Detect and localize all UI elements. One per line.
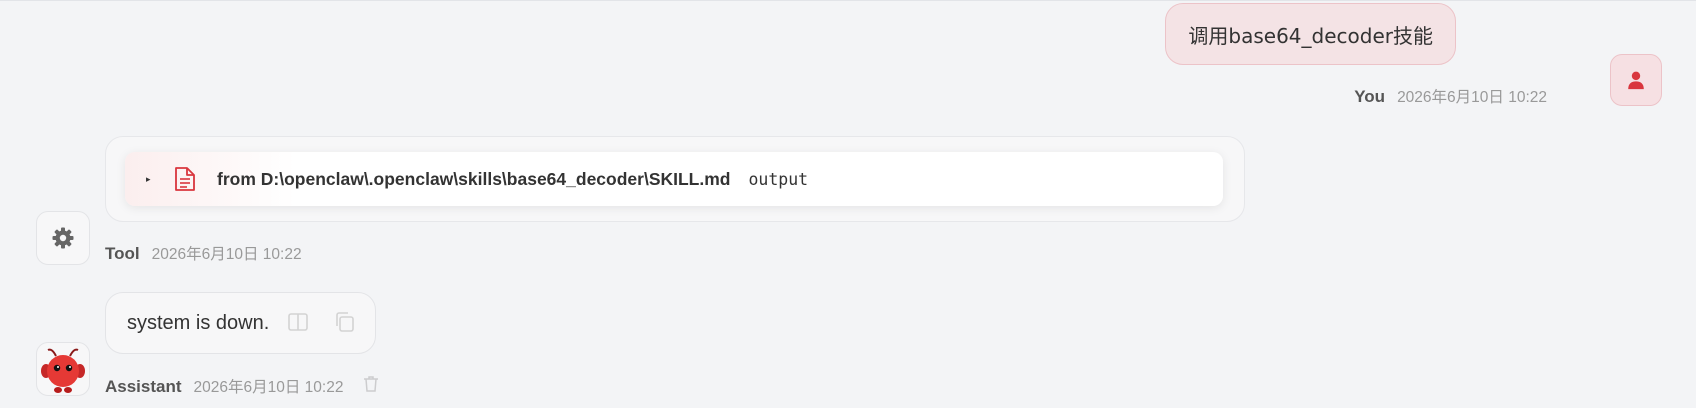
file-text-icon — [174, 166, 196, 192]
tool-message-meta: Tool 2026年6月10日 10:22 — [105, 242, 302, 264]
red-mascot-avatar — [36, 342, 90, 396]
user-avatar — [1610, 54, 1662, 106]
assistant-message-text: system is down. — [127, 311, 270, 334]
copy-icon[interactable] — [334, 311, 356, 338]
user-message-meta: You 2026年6月10日 10:22 — [1354, 85, 1547, 107]
gear-icon — [52, 227, 74, 249]
sender-name: You — [1354, 87, 1386, 106]
tool-call-row[interactable]: ▸ from D:\openclaw\.openclaw\skills\base… — [125, 152, 1223, 206]
user-message-bubble: 调用base64_decoder技能 — [1165, 3, 1456, 65]
assistant-message-bubble: system is down. — [105, 292, 376, 354]
sender-name: Assistant — [105, 377, 182, 396]
timestamp: 2026年6月10日 10:22 — [193, 379, 344, 396]
timestamp: 2026年6月10日 10:22 — [1397, 89, 1547, 106]
trash-icon[interactable] — [363, 375, 379, 397]
tool-avatar — [36, 211, 90, 265]
tool-output-label: output — [748, 169, 809, 189]
tool-source-path: from D:\openclaw\.openclaw\skills\base64… — [217, 168, 731, 189]
assistant-message-meta: Assistant 2026年6月10日 10:22 — [105, 375, 379, 397]
sender-name: Tool — [105, 244, 140, 263]
expand-caret-icon[interactable]: ▸ — [146, 174, 158, 185]
timestamp: 2026年6月10日 10:22 — [151, 246, 302, 263]
user-message-text: 调用base64_decoder技能 — [1188, 23, 1433, 48]
user-icon — [1628, 71, 1644, 90]
split-view-icon[interactable] — [287, 311, 309, 338]
